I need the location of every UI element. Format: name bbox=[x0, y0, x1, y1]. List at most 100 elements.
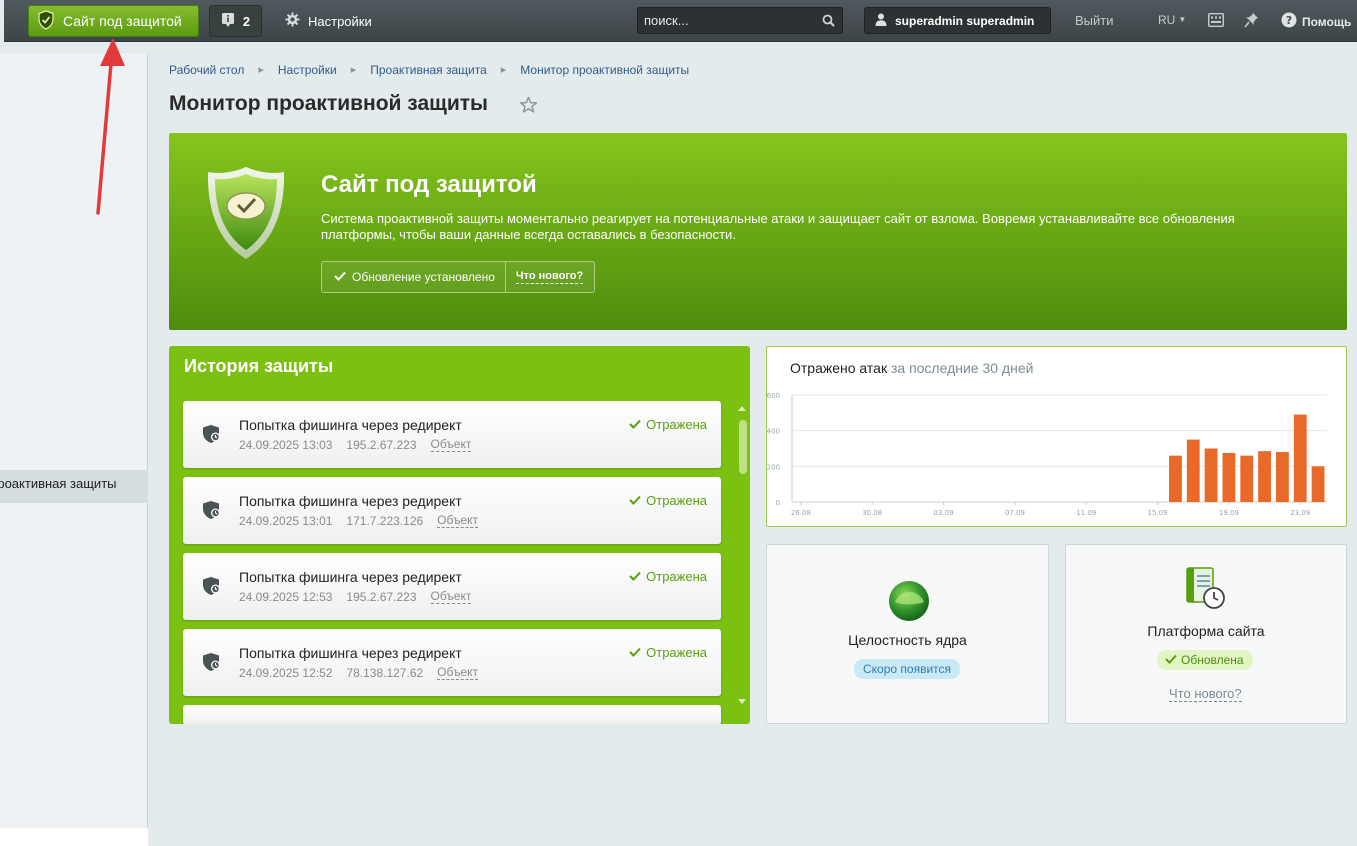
search-input[interactable] bbox=[638, 8, 818, 33]
page-title: Монитор проактивной защиты bbox=[169, 92, 488, 115]
chart-bar bbox=[1168, 455, 1182, 502]
chart-x-tick-label: 26.08 bbox=[791, 509, 811, 517]
admin-top-bar: Сайт под защитой 2 Настройки superadmin … bbox=[0, 0, 1357, 42]
update-status-label: Обновление установлено bbox=[352, 270, 495, 284]
status-badge: Отражена bbox=[629, 417, 707, 432]
help-link[interactable]: ? Помощь bbox=[1281, 12, 1351, 31]
protection-history-panel: История защиты Попытка фишинга через ред… bbox=[169, 346, 750, 724]
history-item-object-link[interactable]: Объект bbox=[430, 438, 472, 452]
attacks-bar-chart: 0 200 400 600 26.08 30.08 03.09 07.09 11.09 15.09… bbox=[767, 392, 1327, 517]
chart-bar bbox=[1275, 452, 1289, 502]
star-icon[interactable] bbox=[519, 96, 538, 119]
breadcrumb-item[interactable]: Настройки bbox=[278, 63, 337, 77]
chart-bar bbox=[1222, 452, 1236, 502]
breadcrumb-item[interactable]: Проактивная защита bbox=[370, 63, 487, 77]
whats-new-link[interactable]: Что нового? bbox=[515, 270, 584, 284]
banner-description: Система проактивной защиты моментально р… bbox=[321, 211, 1235, 242]
notifications-count: 2 bbox=[242, 13, 251, 29]
user-menu-button[interactable]: superadmin superadmin bbox=[864, 7, 1051, 34]
logout-link[interactable]: Выйти bbox=[1075, 13, 1114, 28]
history-item-meta: 24.09.2025 13:01 171.7.223.126 Объект bbox=[239, 514, 479, 528]
site-platform-card: Платформа сайта Обновлена Что нового? bbox=[1065, 544, 1347, 724]
chart-title: Отражено атак за последние 30 дней bbox=[790, 360, 1033, 376]
history-item-object-link[interactable]: Объект bbox=[437, 666, 479, 680]
scroll-down-arrow-icon[interactable] bbox=[738, 699, 746, 704]
attacks-chart-card: Отражено атак за последние 30 дней 0 200 4… bbox=[766, 346, 1347, 527]
chart-title-period: за последние 30 дней bbox=[890, 360, 1034, 376]
chart-y-tick-label: 0 bbox=[776, 499, 780, 507]
history-item-meta: 24.09.2025 12:53 195.2.67.223 Объект bbox=[239, 590, 472, 604]
history-item-ip: 195.2.67.223 bbox=[346, 590, 417, 604]
chart-bar bbox=[1204, 448, 1218, 502]
history-item-ip: 78.138.127.62 bbox=[346, 666, 424, 680]
history-item-object-link[interactable]: Объект bbox=[430, 590, 472, 604]
chart-bar bbox=[1311, 466, 1325, 502]
chart-y-tick-label: 600 bbox=[767, 392, 780, 400]
svg-text:?: ? bbox=[1286, 14, 1292, 27]
history-item-title: Попытка фишинга через редирект bbox=[239, 569, 462, 585]
history-scrollbar-thumb[interactable] bbox=[739, 420, 747, 474]
shield-attack-icon bbox=[202, 500, 222, 525]
history-item-title: Попытка фишинга через редирект bbox=[239, 493, 462, 509]
settings-label: Настройки bbox=[308, 13, 372, 29]
document-clock-icon bbox=[1185, 566, 1227, 615]
history-item-object-link[interactable]: Объект bbox=[437, 514, 479, 528]
breadcrumb-item[interactable]: Монитор проактивной защиты bbox=[520, 63, 689, 77]
chart-bar bbox=[1293, 414, 1307, 502]
chevron-right-icon: ▸ bbox=[258, 64, 264, 76]
history-item-meta: 24.09.2025 12:52 78.138.127.62 Объект bbox=[239, 666, 479, 680]
chart-x-tick-label: 03.09 bbox=[934, 509, 954, 517]
language-selector[interactable]: RU ▼ bbox=[1158, 13, 1186, 27]
chevron-down-icon: ▼ bbox=[1178, 15, 1187, 24]
banner-title: Сайт под защитой bbox=[321, 171, 537, 198]
status-badge: Отражена bbox=[629, 493, 707, 508]
chart-bar bbox=[1240, 455, 1254, 502]
chart-bar bbox=[1186, 439, 1200, 502]
language-label: RU bbox=[1158, 13, 1176, 27]
breadcrumb: Рабочий стол ▸ Настройки ▸ Проактивная з… bbox=[169, 63, 689, 77]
list-item[interactable]: Попытка фишинга через редирект 24.09.202… bbox=[183, 401, 721, 468]
search-icon[interactable] bbox=[822, 14, 835, 32]
history-item-title: Попытка фишинга через редирект bbox=[239, 645, 462, 661]
chart-x-tick-label: 23.09 bbox=[1290, 509, 1310, 517]
status-badge: Отражена bbox=[629, 569, 707, 584]
chart-x-tick-label: 11.09 bbox=[1076, 509, 1096, 517]
status-label: Отражена bbox=[646, 645, 707, 660]
status-label: Отражена bbox=[646, 493, 707, 508]
list-item[interactable]: Попытка фишинга через редирект 24.09.202… bbox=[183, 629, 721, 696]
keyboard-icon[interactable] bbox=[1207, 12, 1225, 32]
shield-icon bbox=[205, 165, 287, 266]
update-status-box: Обновление установлено Что нового? bbox=[321, 261, 595, 293]
chart-x-tick-label: 15.09 bbox=[1148, 509, 1168, 517]
shield-attack-icon bbox=[202, 576, 222, 601]
user-name: superadmin superadmin bbox=[895, 13, 1035, 28]
list-item-partial[interactable] bbox=[183, 705, 721, 724]
annotation-arrow-icon bbox=[96, 38, 125, 215]
scroll-up-arrow-icon[interactable] bbox=[738, 406, 746, 411]
notifications-button[interactable]: 2 bbox=[209, 5, 262, 37]
search-box bbox=[637, 7, 843, 34]
status-label: Отражена bbox=[646, 417, 707, 432]
sidebar-item-label: Проактивная защиты bbox=[0, 476, 117, 491]
list-item[interactable]: Попытка фишинга через редирект 24.09.202… bbox=[183, 553, 721, 620]
sidebar-item-active[interactable]: Проактивная защиты bbox=[0, 470, 148, 503]
question-icon: ? bbox=[1281, 12, 1297, 31]
checkmark-icon bbox=[629, 493, 641, 508]
history-item-ip: 171.7.223.126 bbox=[346, 514, 424, 528]
breadcrumb-item[interactable]: Рабочий стол bbox=[169, 63, 244, 77]
settings-link[interactable]: Настройки bbox=[285, 12, 372, 30]
history-item-title: Попытка фишинга через редирект bbox=[239, 417, 462, 433]
whats-new-link[interactable]: Что нового? bbox=[1169, 687, 1242, 702]
history-item-date: 24.09.2025 12:53 bbox=[239, 590, 333, 604]
chevron-right-icon: ▸ bbox=[350, 64, 357, 76]
kernel-integrity-title: Целостность ядра bbox=[848, 632, 967, 648]
checkmark-icon bbox=[629, 417, 641, 432]
chart-title-main: Отражено атак bbox=[790, 360, 888, 376]
pin-icon[interactable] bbox=[1244, 12, 1259, 33]
chart-bar bbox=[1258, 451, 1272, 502]
gear-icon bbox=[285, 12, 300, 30]
site-platform-title: Платформа сайта bbox=[1147, 623, 1265, 639]
chart-y-tick-label: 200 bbox=[767, 463, 780, 471]
list-item[interactable]: Попытка фишинга через редирект 24.09.202… bbox=[183, 477, 721, 544]
chart-x-tick-label: 19.09 bbox=[1219, 509, 1239, 517]
